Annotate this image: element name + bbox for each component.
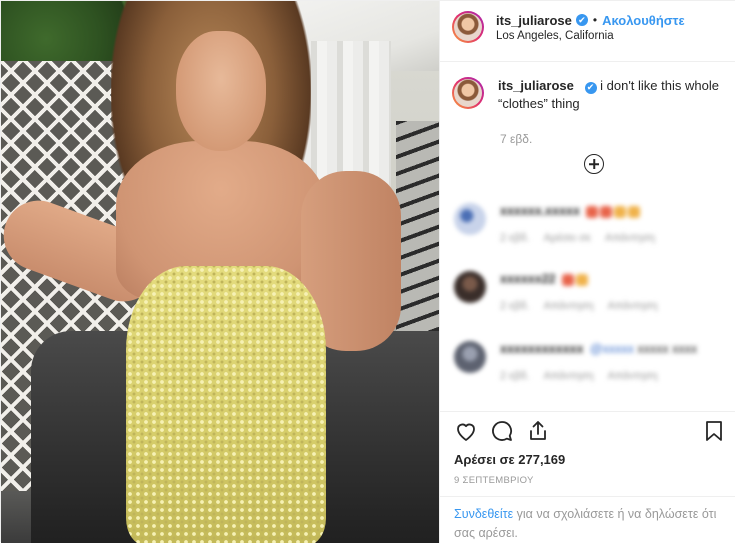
action-bar	[454, 419, 726, 445]
header-row: its_juliarose ✔ • Ακολουθήστε	[496, 13, 685, 28]
photo-beaded-dress	[126, 266, 326, 543]
emoji-icon	[614, 205, 627, 218]
bookmark-icon[interactable]	[702, 419, 726, 443]
emoji-icon	[562, 273, 575, 286]
comment-text: xxxxxx.xxxxx	[500, 203, 720, 220]
emoji-icon	[586, 205, 599, 218]
caption-username[interactable]: its_juliarose	[498, 78, 574, 93]
heart-icon[interactable]	[454, 419, 478, 443]
comment-body-text: xxxxx xxxx	[637, 342, 698, 356]
comment-mention-link[interactable]: @xxxxx	[590, 342, 634, 356]
login-divider	[440, 496, 735, 497]
verified-badge-icon: ✔	[575, 14, 588, 26]
comment-username[interactable]: xxxxxx.xxxxx	[500, 204, 580, 218]
comment-likes[interactable]: Απάντηση	[544, 300, 594, 312]
caption: its_juliarose ✔ i don't like this whole …	[452, 77, 732, 113]
emoji-icon	[628, 205, 641, 218]
caption-avatar[interactable]	[452, 77, 484, 109]
comment-age: 2 εβδ.	[500, 300, 530, 312]
login-link[interactable]: Συνδεθείτε	[454, 507, 513, 521]
plus-circle-icon[interactable]	[584, 154, 604, 174]
caption-age[interactable]: 7 εβδ.	[500, 132, 532, 146]
comment-item: xxxxxx.xxxxx 2 εβδ. Αρέσει σε Απάντηση	[454, 203, 724, 244]
emoji-icon	[600, 205, 613, 218]
caption-text: its_juliarose ✔ i don't like this whole …	[498, 77, 720, 113]
comment-meta: 2 εβδ. Αρέσει σε Απάντηση	[500, 232, 720, 244]
post-side-panel: its_juliarose ✔ • Ακολουθήστε Los Angele…	[439, 1, 735, 543]
comment-text: xxxxxxxxxxxx @xxxxx xxxxx xxxx	[500, 341, 720, 358]
comment-likes[interactable]: Αρέσει σε	[544, 232, 591, 244]
comment-body: xxxxxx22 2 εβδ. Απάντηση Απάντηση	[500, 271, 720, 312]
follow-button[interactable]: Ακολουθήστε	[602, 13, 685, 28]
comment-likes[interactable]: Απάντηση	[544, 370, 594, 382]
comment-icon[interactable]	[490, 419, 514, 443]
comment-reply[interactable]: Απάντηση	[608, 370, 658, 382]
emoji-icon	[576, 273, 589, 286]
location-link[interactable]: Los Angeles, California	[496, 30, 685, 42]
post-date[interactable]: 9 ΣΕΠΤΕΜΒΡΙΟΥ	[454, 475, 534, 486]
post-header: its_juliarose ✔ • Ακολουθήστε Los Angele…	[452, 11, 685, 43]
comment-age: 2 εβδ.	[500, 232, 530, 244]
post-container: its_juliarose ✔ • Ακολουθήστε Los Angele…	[0, 0, 735, 543]
photo-face	[176, 31, 266, 151]
comment-meta: 2 εβδ. Απάντηση Απάντηση	[500, 300, 720, 312]
caption-verified-badge-icon: ✔	[584, 81, 597, 94]
actions-divider	[440, 411, 735, 412]
comment-text: xxxxxx22	[500, 271, 720, 288]
comment-avatar[interactable]	[454, 341, 486, 373]
header-separator: •	[592, 13, 598, 27]
profile-avatar[interactable]	[452, 11, 484, 43]
header-divider	[440, 61, 735, 62]
comment-item: xxxxxxxxxxxx @xxxxx xxxxx xxxx 2 εβδ. Απ…	[454, 341, 724, 382]
comment-item: xxxxxx22 2 εβδ. Απάντηση Απάντηση	[454, 271, 724, 312]
comment-body: xxxxxx.xxxxx 2 εβδ. Αρέσει σε Απάντηση	[500, 203, 720, 244]
likes-count[interactable]: Αρέσει σε 277,169	[454, 452, 565, 467]
comment-reply[interactable]: Απάντηση	[605, 232, 655, 244]
comment-username[interactable]: xxxxxx22	[500, 272, 556, 286]
share-icon[interactable]	[526, 419, 550, 443]
header-meta: its_juliarose ✔ • Ακολουθήστε Los Angele…	[496, 13, 685, 42]
comment-username[interactable]: xxxxxxxxxxxx	[500, 342, 583, 356]
comment-avatar[interactable]	[454, 203, 486, 235]
comment-age: 2 εβδ.	[500, 370, 530, 382]
comment-body: xxxxxxxxxxxx @xxxxx xxxxx xxxx 2 εβδ. Απ…	[500, 341, 720, 382]
photo-stairs	[396, 121, 439, 361]
comment-avatar[interactable]	[454, 271, 486, 303]
post-photo[interactable]	[1, 1, 439, 543]
header-username[interactable]: its_juliarose	[496, 13, 572, 28]
comment-reply[interactable]: Απάντηση	[608, 300, 658, 312]
comment-meta: 2 εβδ. Απάντηση Απάντηση	[500, 370, 720, 382]
login-prompt: Συνδεθείτε για να σχολιάσετε ή να δηλώσε…	[454, 505, 726, 543]
